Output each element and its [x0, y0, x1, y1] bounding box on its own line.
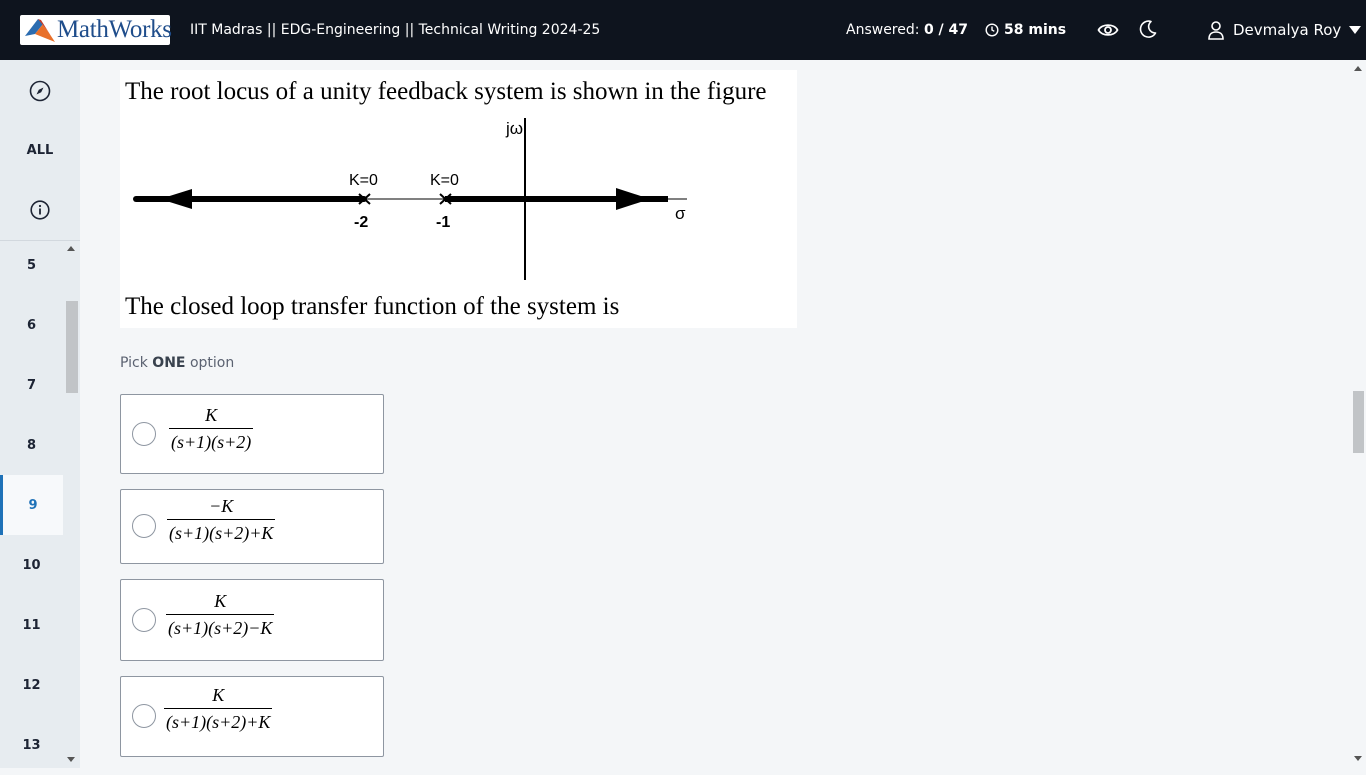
answer-option-2[interactable]: −K (s+1)(s+2)+K [120, 489, 384, 564]
course-title: IIT Madras || EDG-Engineering || Technic… [190, 22, 601, 38]
question-sidebar: ALL 5 6 7 8 9 10 11 12 13 [0, 60, 80, 768]
page-scrollbar[interactable] [1350, 60, 1366, 768]
pole-1-gain-label: K=0 [349, 172, 378, 189]
pole-1-value-label: -2 [354, 214, 368, 231]
option-4-denominator: (s+1)(s+2)+K [164, 708, 273, 732]
option-4-radio[interactable] [132, 704, 156, 728]
answered-value: 0 / 47 [923, 22, 969, 38]
question-statement: The root locus of a unity feedback syste… [120, 70, 797, 328]
option-2-denominator: (s+1)(s+2)+K [167, 519, 276, 543]
page-scroll-thumb[interactable] [1353, 391, 1364, 453]
root-locus-figure: jω σ K=0 K=0 -2 -1 [133, 118, 687, 280]
info-icon [30, 200, 50, 220]
question-nav-9-active[interactable]: 9 [0, 475, 63, 535]
top-bar: MathWorks IIT Madras || EDG-Engineering … [0, 0, 1366, 60]
pole-2-value-label: -1 [436, 214, 450, 231]
page-scroll-up-icon[interactable] [1354, 66, 1362, 71]
user-name: Devmalya Roy [1233, 21, 1342, 39]
question-panel: The root locus of a unity feedback syste… [80, 60, 1350, 768]
option-2-numerator: −K [209, 496, 234, 516]
membrane-logo-icon [25, 19, 55, 42]
option-3-numerator: K [214, 591, 227, 611]
pick-suffix: option [189, 355, 235, 371]
user-icon [1208, 21, 1224, 40]
option-3-formula: K (s+1)(s+2)−K [166, 591, 275, 638]
sidebar-navigator-button[interactable] [0, 78, 80, 104]
question-nav-8[interactable]: 8 [0, 415, 63, 475]
user-menu[interactable]: Devmalya Roy [1207, 0, 1341, 60]
sidebar-all-button[interactable]: ALL [0, 138, 80, 162]
answered-label: Answered: [846, 22, 920, 38]
option-4-numerator: K [212, 685, 225, 705]
option-3-den-product: (s+1)(s+2) [168, 618, 249, 638]
sidebar-scroll-up-icon[interactable] [67, 246, 75, 251]
option-1-den-product: (s+1)(s+2) [171, 432, 252, 452]
axis-label-jw: jω [505, 119, 523, 138]
option-4-den-extra: +K [246, 712, 271, 732]
eye-icon[interactable] [1097, 19, 1119, 41]
mathworks-logo[interactable]: MathWorks [20, 15, 172, 45]
axis-label-sigma: σ [675, 204, 686, 223]
sidebar-scroll-down-icon[interactable] [67, 757, 75, 762]
option-3-radio[interactable] [132, 608, 156, 632]
option-2-den-extra: +K [249, 523, 274, 543]
compass-icon [29, 80, 51, 102]
timer-text: 58 mins [1004, 22, 1067, 38]
answer-option-4[interactable]: K (s+1)(s+2)+K [120, 676, 384, 757]
answer-option-3[interactable]: K (s+1)(s+2)−K [120, 579, 384, 661]
pick-instruction: Pick ONE option [120, 355, 234, 371]
option-1-numerator: K [205, 405, 218, 425]
question-nav-5[interactable]: 5 [0, 235, 63, 295]
page-scroll-down-icon[interactable] [1354, 756, 1362, 761]
question-text-top: The root locus of a unity feedback syste… [125, 78, 767, 105]
question-nav-7[interactable]: 7 [0, 355, 63, 415]
option-4-formula: K (s+1)(s+2)+K [164, 685, 273, 732]
option-1-radio[interactable] [132, 422, 156, 446]
option-2-formula: −K (s+1)(s+2)+K [167, 496, 276, 543]
question-nav-10[interactable]: 10 [0, 535, 63, 595]
option-3-denominator: (s+1)(s+2)−K [166, 614, 275, 638]
option-4-den-product: (s+1)(s+2) [166, 712, 247, 732]
question-nav-13[interactable]: 13 [0, 715, 63, 775]
sidebar-scroll-thumb[interactable] [66, 301, 78, 393]
option-1-formula: K (s+1)(s+2) [169, 405, 254, 452]
chevron-down-icon[interactable] [1349, 26, 1361, 34]
option-1-denominator: (s+1)(s+2) [169, 428, 254, 452]
pick-prefix: Pick [120, 355, 148, 371]
question-text-bottom: The closed loop transfer function of the… [125, 293, 620, 320]
pole-2-gain-label: K=0 [430, 172, 459, 189]
question-nav-12[interactable]: 12 [0, 655, 63, 715]
sidebar-info-button[interactable] [0, 198, 80, 222]
clock-icon [985, 23, 999, 37]
answer-option-1[interactable]: K (s+1)(s+2) [120, 394, 384, 474]
dark-mode-moon-icon[interactable] [1138, 19, 1158, 39]
pick-emphasis: ONE [152, 355, 186, 371]
option-2-den-product: (s+1)(s+2) [169, 523, 250, 543]
option-3-den-extra: −K [248, 618, 273, 638]
answered-counter: Answered: 0 / 47 [846, 0, 968, 60]
sidebar-tools: ALL [0, 60, 80, 240]
timer: 58 mins [985, 0, 1066, 60]
question-nav-6[interactable]: 6 [0, 295, 63, 355]
question-nav-11[interactable]: 11 [0, 595, 63, 655]
logo-text: MathWorks [57, 16, 172, 43]
option-2-radio[interactable] [132, 514, 156, 538]
